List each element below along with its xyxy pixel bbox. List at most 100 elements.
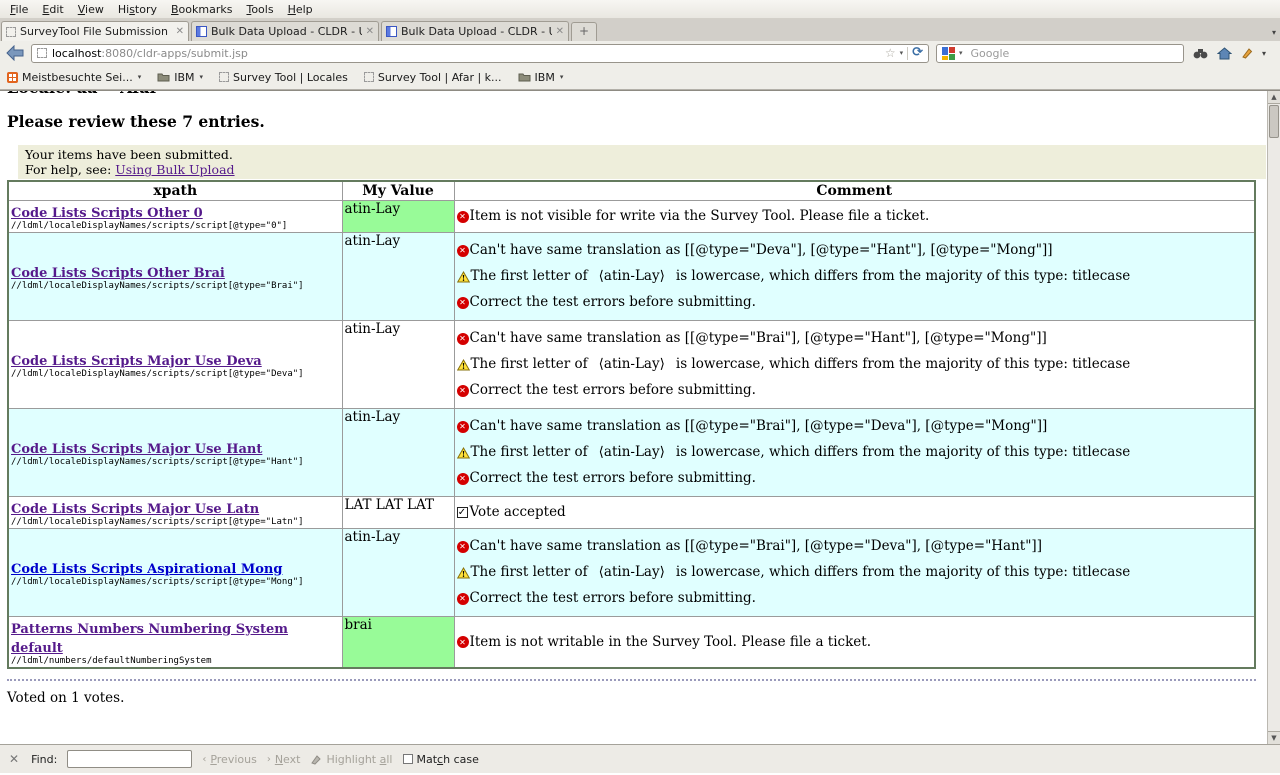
highlight-all-button[interactable]: Highlight all [310,753,392,766]
bookmark-label: Survey Tool | Afar | k... [378,71,502,84]
tab-title: Bulk Data Upload - CLDR - Un... [211,25,362,38]
find-next-button[interactable]: › Next [267,753,301,766]
xpath-link[interactable]: Code Lists Scripts Other Brai [11,266,225,281]
close-find-bar-icon[interactable]: ✕ [9,752,19,766]
comment-text: Can't have same translation as [[@type="… [470,242,1053,259]
chevron-down-icon: ▾ [560,73,564,81]
column-header-my-value: My Value [342,181,454,201]
value-cell: atin-Lay [342,529,454,617]
menu-bookmarks[interactable]: Bookmarks [164,1,239,18]
find-previous-button[interactable]: ‹ Previous [202,753,257,766]
new-tab-button[interactable]: + [571,22,597,41]
xpath-cell: Patterns Numbers Numbering System defaul… [8,617,342,669]
xpath-cell: Code Lists Scripts Major Use Hant//ldml/… [8,409,342,497]
url-dropdown-chevron-icon[interactable]: ▾ [900,49,904,57]
error-icon: ✕ [457,297,469,309]
xpath-code: //ldml/numbers/defaultNumberingSystem [11,656,340,666]
tab-1[interactable]: SurveyTool File Submission | ...✕ [1,21,189,41]
scroll-up-arrow-icon[interactable]: ▲ [1268,91,1280,104]
bookmark-5[interactable]: IBM▾ [518,71,564,84]
error-icon: ✕ [457,636,469,648]
warning-icon: ! [457,447,470,459]
bulk-upload-help-link[interactable]: Using Bulk Upload [115,162,234,177]
bookmark-3[interactable]: Survey Tool | Locales [219,71,348,84]
home-icon[interactable] [1217,47,1232,60]
tab-title: Bulk Data Upload - CLDR - Un... [401,25,552,38]
match-case-checkbox[interactable]: Match case [403,753,479,766]
vertical-scrollbar[interactable]: ▲ ▼ [1267,91,1280,744]
bookmark-2[interactable]: IBM▾ [157,71,203,84]
votes-summary: Voted on 1 votes. [7,690,1280,706]
search-engine-chevron-icon[interactable]: ▾ [959,49,963,57]
column-header-comment: Comment [454,181,1255,201]
most-visited-icon [7,72,18,83]
next-label: Next [275,753,301,766]
scrollbar-thumb[interactable] [1269,105,1279,138]
notice-line2: For help, see: Using Bulk Upload [25,162,1259,177]
menu-edit[interactable]: Edit [35,1,70,18]
table-row: Code Lists Scripts Other Brai//ldml/loca… [8,233,1255,321]
comment-text: The first letter of ⟨atin-Lay⟩ is lowerc… [471,356,1131,373]
menu-file[interactable]: File [3,1,35,18]
comment-text: The first letter of ⟨atin-Lay⟩ is lowerc… [471,444,1131,461]
url-bar[interactable]: localhost :8080/cldr-apps/submit.jsp ☆ ▾… [31,44,929,63]
error-icon: ✕ [457,211,469,223]
tab-close-icon[interactable]: ✕ [366,27,374,37]
xpath-link[interactable]: Code Lists Scripts Major Use Hant [11,442,262,457]
comment-line: !The first letter of ⟨atin-Lay⟩ is lower… [457,356,1253,373]
xpath-link[interactable]: Patterns Numbers Numbering System defaul… [11,622,288,656]
bookmark-label: Survey Tool | Locales [233,71,348,84]
svg-text:!: ! [461,569,465,579]
pencil-icon[interactable] [1241,47,1253,59]
tab-3[interactable]: Bulk Data Upload - CLDR - Un... ✕ [381,21,569,41]
table-row: Code Lists Scripts Major Use Hant//ldml/… [8,409,1255,497]
xpath-link[interactable]: Code Lists Scripts Major Use Latn [11,502,259,517]
comment-text: The first letter of ⟨atin-Lay⟩ is lowerc… [471,564,1131,581]
page-content: Locale: aa - 'Afar' Please review these … [0,90,1280,744]
binoculars-icon[interactable] [1193,48,1208,59]
tab-2[interactable]: Bulk Data Upload - CLDR - Un... ✕ [191,21,379,41]
back-button[interactable] [5,45,25,61]
toolbar-overflow-chevron-icon[interactable]: ▾ [1262,49,1266,58]
placeholder-favicon [219,72,229,82]
table-row: Code Lists Scripts Aspirational Mong//ld… [8,529,1255,617]
xpath-link[interactable]: Code Lists Scripts Major Use Deva [11,354,262,369]
bookmark-4[interactable]: Survey Tool | Afar | k... [364,71,502,84]
error-icon: ✕ [457,245,469,257]
value-cell: atin-Lay [342,321,454,409]
comment-text: Correct the test errors before submittin… [470,590,756,607]
search-placeholder: Google [971,47,1178,60]
comment-text: Correct the test errors before submittin… [470,382,756,399]
comment-cell: ✓Vote accepted [454,497,1255,529]
placeholder-favicon [6,27,16,37]
comment-line: ✕Correct the test errors before submitti… [457,382,1253,399]
previous-label: Previous [210,753,257,766]
bookmark-1[interactable]: Meistbesuchte Sei...▾ [7,71,141,84]
page-favicon [386,26,397,37]
xpath-link[interactable]: Code Lists Scripts Other 0 [11,206,203,221]
xpath-cell: Code Lists Scripts Aspirational Mong//ld… [8,529,342,617]
comment-line: ✕Correct the test errors before submitti… [457,470,1253,487]
comment-text: Item is not writable in the Survey Tool.… [470,634,871,651]
xpath-link[interactable]: Code Lists Scripts Aspirational Mong [11,562,282,577]
tab-close-icon[interactable]: ✕ [176,27,184,37]
tab-close-icon[interactable]: ✕ [556,27,564,37]
value-cell: brai [342,617,454,669]
table-row: Code Lists Scripts Major Use Latn//ldml/… [8,497,1255,529]
menu-view[interactable]: View [71,1,111,18]
find-bar: ✕ Find: ‹ Previous › Next Highlight all … [0,744,1280,773]
table-row: Code Lists Scripts Major Use Deva//ldml/… [8,321,1255,409]
menu-history[interactable]: History [111,1,164,18]
comment-line: ! The first letter of ⟨atin-Lay⟩ is lower… [457,564,1253,581]
error-icon: ✕ [457,385,469,397]
menu-tools[interactable]: Tools [239,1,280,18]
submission-notice: Your items have been submitted. For help… [18,145,1266,179]
comment-text: Can't have same translation as [[@type="… [470,330,1047,347]
tab-list-chevron-icon[interactable]: ▾ [1272,28,1276,37]
find-input[interactable] [67,750,192,768]
search-box[interactable]: ▾ Google [936,44,1184,63]
xpath-code: //ldml/localeDisplayNames/scripts/script… [11,577,340,587]
menu-help[interactable]: Help [281,1,320,18]
find-label: Find: [31,753,57,766]
scroll-down-arrow-icon[interactable]: ▼ [1268,731,1280,744]
